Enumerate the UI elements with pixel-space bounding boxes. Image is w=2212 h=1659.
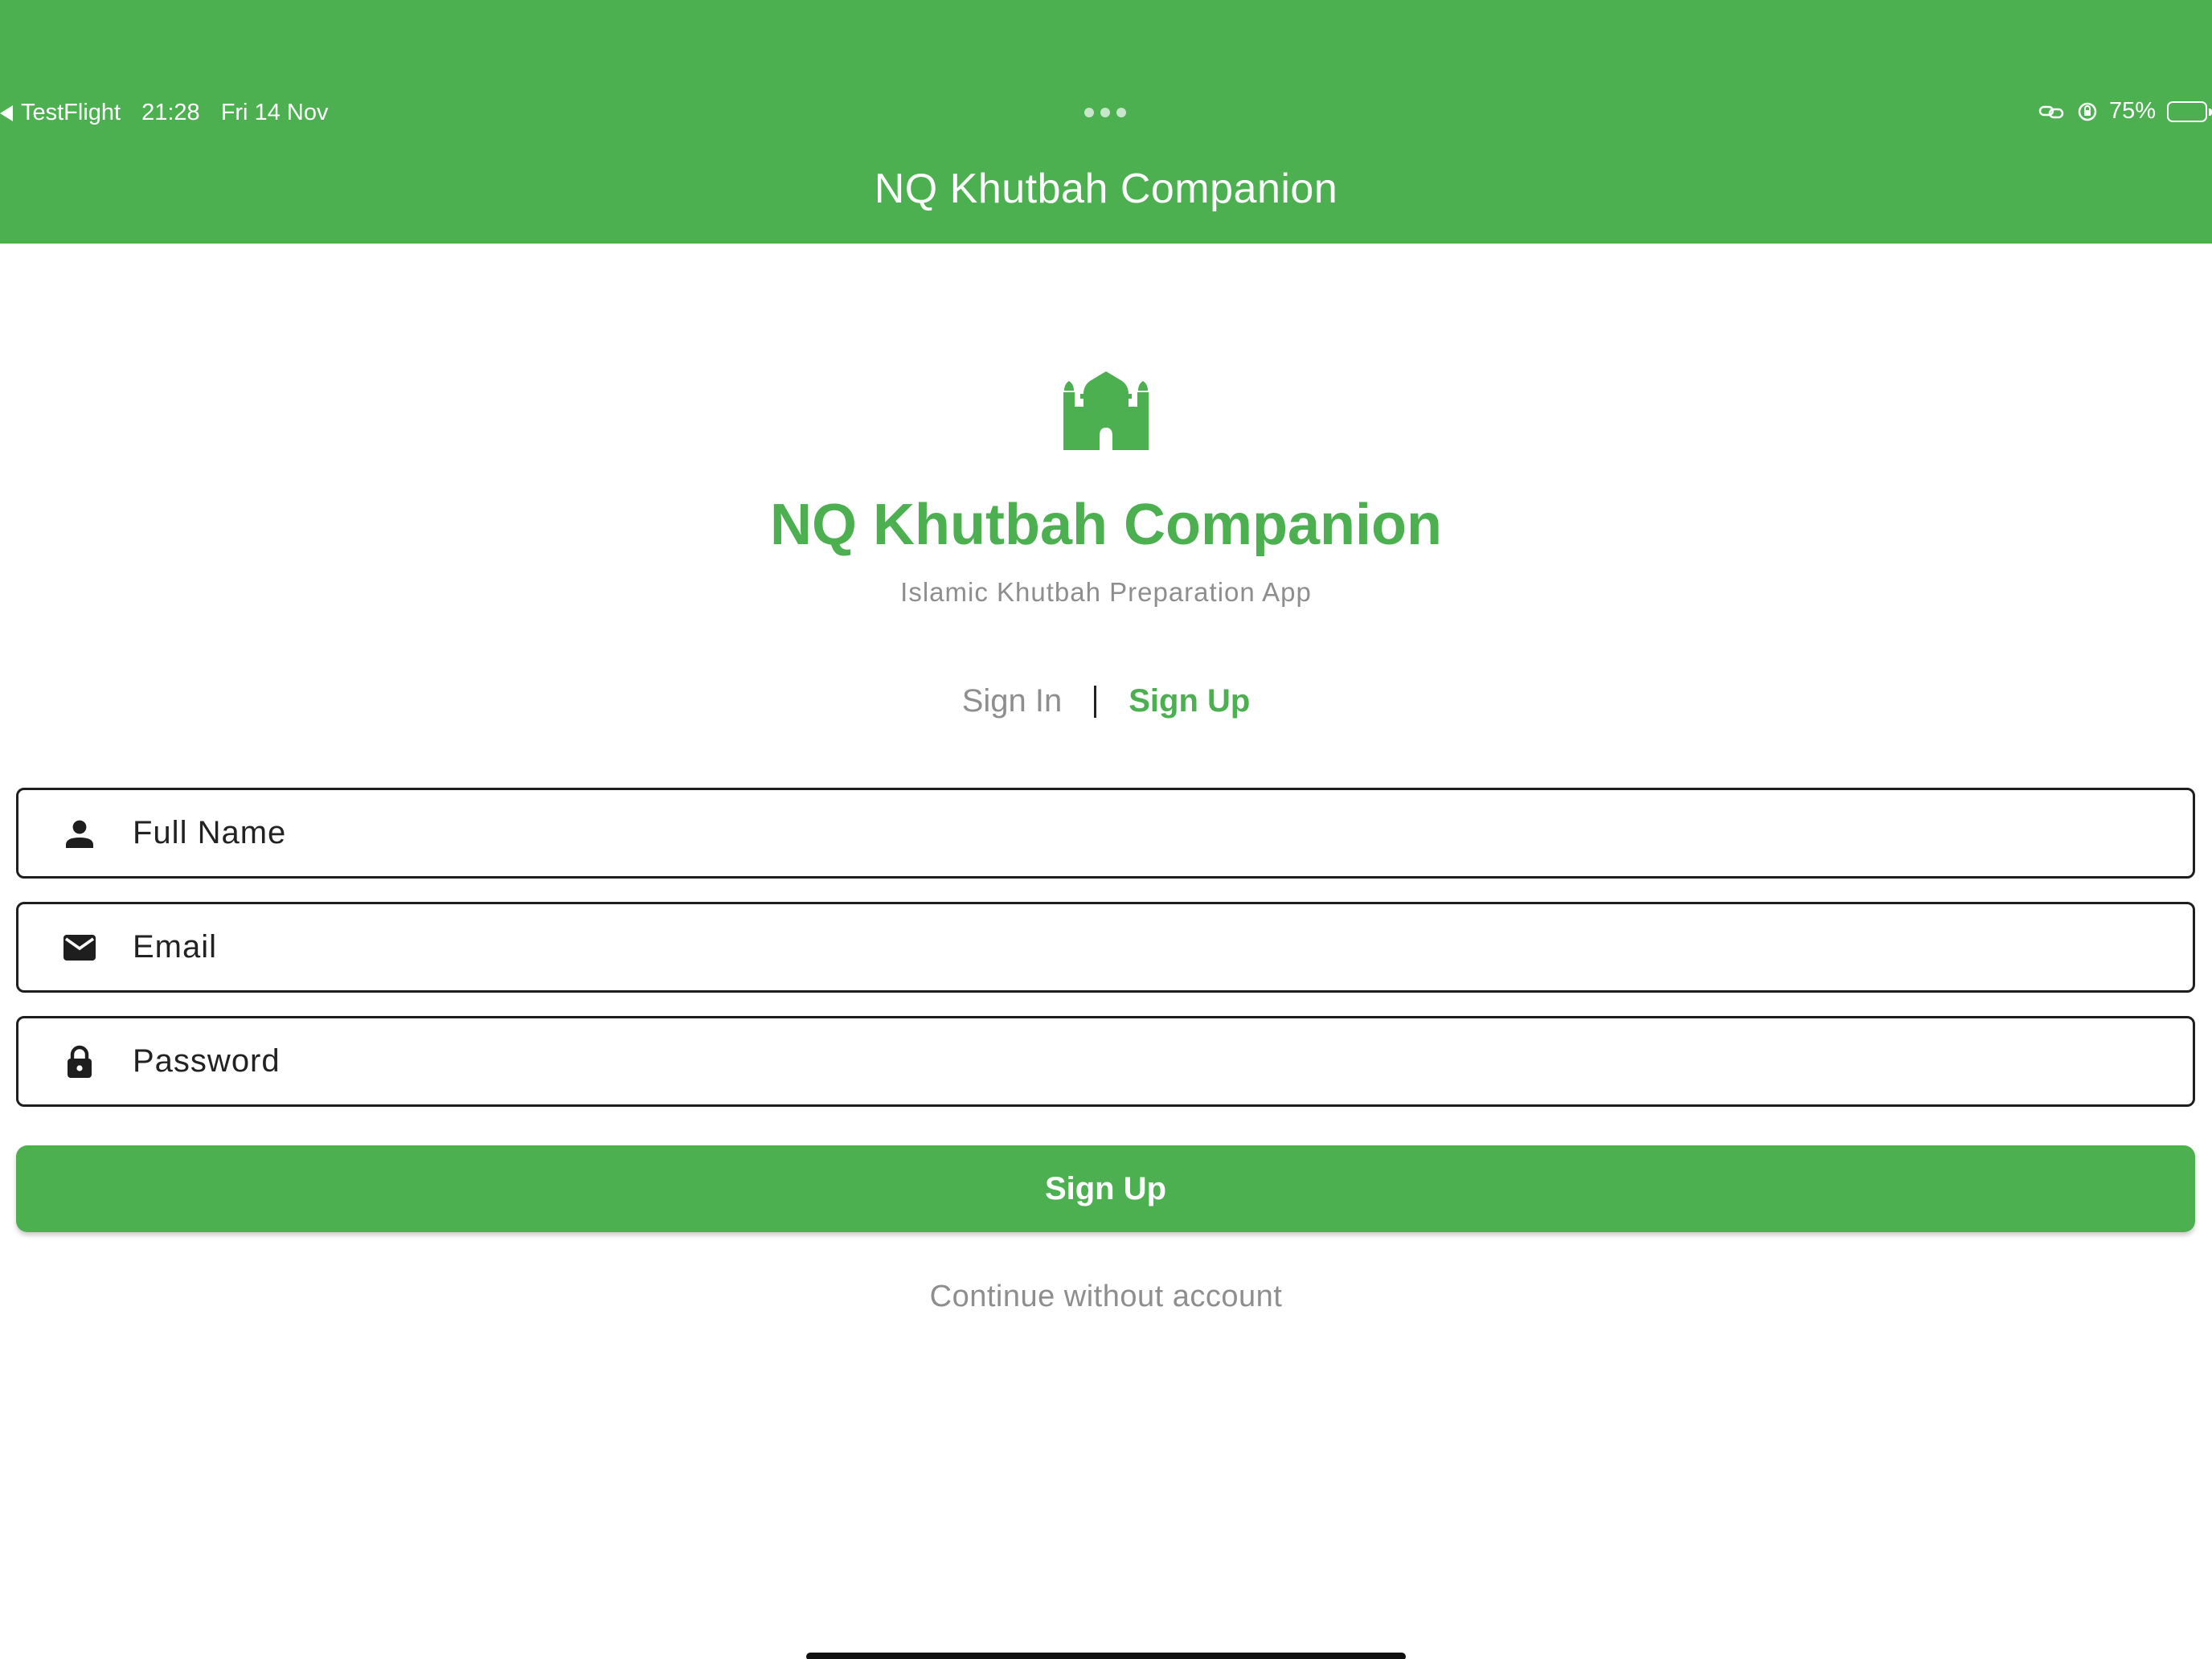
- email-input[interactable]: [133, 929, 2193, 965]
- app-header: TestFlight 21:28 Fri 14 Nov 75% NQ Khutb…: [0, 0, 2212, 244]
- email-field[interactable]: [16, 902, 2195, 993]
- password-input[interactable]: [133, 1043, 2193, 1079]
- status-date: Fri 14 Nov: [220, 100, 329, 125]
- app-subtitle: Islamic Khutbah Preparation App: [900, 577, 1312, 607]
- status-right: 75%: [2038, 98, 2212, 125]
- app-title: NQ Khutbah Companion: [770, 493, 1442, 557]
- mosque-icon: [1063, 371, 1149, 450]
- link-icon: [2038, 103, 2066, 121]
- tab-sign-in[interactable]: Sign In: [962, 683, 1063, 719]
- status-time: 21:28: [141, 100, 200, 125]
- back-app-label[interactable]: TestFlight: [21, 100, 121, 126]
- home-indicator[interactable]: [806, 1653, 1406, 1659]
- tab-sign-up[interactable]: Sign Up: [1129, 683, 1250, 719]
- auth-tabs: Sign In Sign Up: [0, 683, 2212, 719]
- app-bar-title: NQ Khutbah Companion: [874, 166, 1338, 212]
- continue-without-account-link[interactable]: Continue without account: [0, 1280, 2212, 1314]
- status-left[interactable]: TestFlight 21:28 Fri 14 Nov: [0, 100, 349, 126]
- sign-up-button[interactable]: Sign Up: [16, 1145, 2195, 1232]
- signup-screen: TestFlight 21:28 Fri 14 Nov 75% NQ Khutb…: [0, 0, 2212, 1659]
- person-icon: [66, 820, 93, 848]
- back-arrow-icon[interactable]: [0, 104, 13, 121]
- full-name-input[interactable]: [133, 815, 2193, 851]
- tab-divider: [1094, 685, 1097, 718]
- status-bar: TestFlight 21:28 Fri 14 Nov 75%: [0, 96, 2212, 137]
- multitasking-dots-icon[interactable]: [1084, 108, 1126, 117]
- battery-icon: [2167, 100, 2212, 122]
- lock-icon: [68, 1045, 92, 1078]
- rotation-lock-icon: [2077, 101, 2098, 122]
- full-name-field[interactable]: [16, 788, 2195, 879]
- battery-percent: 75%: [2108, 98, 2156, 124]
- mail-icon: [63, 934, 96, 961]
- password-field[interactable]: [16, 1016, 2195, 1107]
